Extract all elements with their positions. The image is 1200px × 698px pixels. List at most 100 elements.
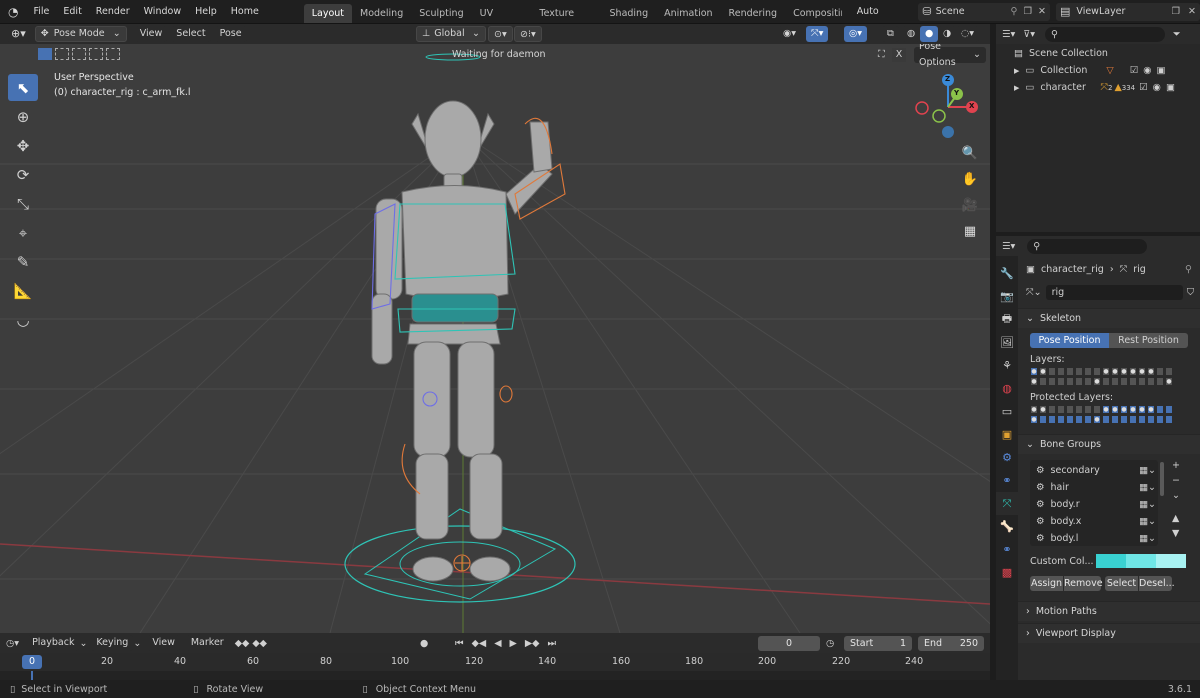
play-reverse-icon[interactable]: ◀	[494, 638, 501, 649]
pose-position-button[interactable]: Pose Position	[1030, 333, 1109, 348]
assign-button[interactable]: Assign	[1030, 576, 1063, 591]
render-icon[interactable]: ▣	[1157, 65, 1166, 76]
select-box-icon[interactable]: ⬉	[8, 74, 38, 101]
measure-icon[interactable]: 📐	[8, 277, 38, 304]
remove-view-layer-icon[interactable]: ✕	[1188, 6, 1196, 17]
cursor-icon[interactable]: ⊕	[8, 103, 38, 130]
eye-icon[interactable]: ◉	[1153, 82, 1161, 93]
auto-reload-button[interactable]: Auto Reload	[850, 0, 915, 41]
menu-edit[interactable]: Edit	[56, 0, 88, 24]
color-set-icon[interactable]: ▦⌄	[1139, 482, 1156, 493]
menu-help[interactable]: Help	[188, 0, 224, 24]
bone-groups-panel-header[interactable]: ⌄ Bone Groups	[1018, 434, 1200, 454]
bone-constraint-tab-icon[interactable]: ⚭	[996, 538, 1018, 561]
list-item[interactable]: ⚙ body.x ▦⌄	[1036, 513, 1156, 530]
rendered-shading-icon[interactable]: ◌▾	[956, 26, 980, 42]
menu-timeline-view[interactable]: View	[147, 635, 180, 651]
bone-tab-icon[interactable]: 🦴	[996, 515, 1018, 538]
object-tab-icon[interactable]: ▣	[996, 423, 1018, 446]
tab-layout[interactable]: Layout	[303, 3, 353, 23]
tab-modeling[interactable]: Modeling	[352, 4, 411, 23]
close-icon[interactable]: ✕	[1038, 6, 1046, 17]
select-button[interactable]: Select	[1105, 576, 1138, 591]
color-set-icon[interactable]: ▦⌄	[1139, 533, 1156, 544]
render-tab-icon[interactable]: 📷	[996, 285, 1018, 308]
render-icon[interactable]: ▣	[1166, 82, 1175, 93]
jump-end-icon[interactable]: ⏭	[547, 638, 556, 649]
relax-pose-icon[interactable]: ◡	[8, 306, 38, 333]
perspective-toggle-icon[interactable]: ▦	[958, 219, 982, 243]
specials-menu-icon[interactable]: ⌄	[1172, 490, 1180, 501]
list-scrollbar[interactable]	[1160, 462, 1164, 496]
menu-window[interactable]: Window	[137, 0, 188, 24]
modifier-tab-icon[interactable]: ⚙	[996, 446, 1018, 469]
mirror-x-button[interactable]: X	[892, 48, 906, 62]
tab-shading[interactable]: Shading	[602, 4, 657, 23]
move-icon[interactable]: ✥	[8, 132, 38, 159]
gizmo-icon[interactable]: ⤧▾	[806, 26, 829, 42]
menu-playback[interactable]: Playback	[27, 635, 80, 651]
move-up-icon[interactable]: ▲	[1172, 513, 1180, 524]
tab-uv-editing[interactable]: UV Editing	[472, 4, 532, 38]
tab-compositing[interactable]: Compositir	[785, 4, 842, 23]
mode-selector[interactable]: ✥ Pose Mode ⌄	[34, 26, 127, 42]
editor-type-icon[interactable]: ⊕▾	[6, 26, 31, 42]
list-item[interactable]: ⚙ hair ▦⌄	[1036, 479, 1156, 496]
list-item[interactable]: ⚙ body.r ▦⌄	[1036, 496, 1156, 513]
tool-tab-icon[interactable]: 🔧	[996, 262, 1018, 285]
timeline[interactable]: 0 20 40 60 80 100 120 140 160 180 200 22…	[0, 653, 990, 680]
layers-grid[interactable]: ● ● ● ● ● ● ● ● ● ● ●	[1018, 367, 1200, 386]
normal-color-swatch[interactable]	[1096, 554, 1126, 568]
bone-groups-list[interactable]: ⚙ secondary ▦⌄ ⚙ hair ▦⌄ ⚙ body.r ▦⌄ ⚙ b…	[1030, 460, 1158, 546]
record-icon[interactable]: ●	[420, 638, 428, 649]
snap-icon[interactable]: ⊘⁝▾	[514, 26, 542, 42]
snap-to-icon[interactable]: ⛶	[878, 49, 885, 60]
next-keyframe-icon[interactable]: ▶◆	[525, 638, 540, 649]
properties-search-input[interactable]: ⚲	[1027, 238, 1148, 254]
data-name-field[interactable]: rig	[1045, 284, 1183, 300]
collection-tab-icon[interactable]: ▭	[996, 400, 1018, 423]
viewport-display-panel-header[interactable]: › Viewport Display	[1018, 623, 1200, 643]
color-set-icon[interactable]: ▦⌄	[1139, 499, 1156, 510]
remove-icon[interactable]: −	[1172, 475, 1180, 486]
pin-icon[interactable]: ⚲	[1011, 6, 1018, 17]
blender-logo-icon[interactable]: ◔	[0, 0, 26, 24]
list-item[interactable]: ⚙ secondary ▦⌄	[1036, 462, 1156, 479]
menu-keying[interactable]: Keying	[91, 635, 134, 651]
start-frame-field[interactable]: Start 1	[844, 635, 912, 651]
outliner-editor-icon[interactable]: ☰▾	[1002, 29, 1015, 40]
expand-arrow-icon[interactable]: ▶	[1014, 67, 1019, 75]
menu-pose[interactable]: Pose	[214, 26, 247, 42]
color-set-icon[interactable]: ▦⌄	[1139, 465, 1156, 476]
play-icon[interactable]: ▶	[510, 638, 517, 649]
overlays-icon[interactable]: ◎▾	[844, 26, 868, 42]
add-icon[interactable]: +	[1172, 460, 1180, 471]
armature-data-icon[interactable]: ⤧⌄	[1026, 287, 1042, 298]
menu-select[interactable]: Select	[171, 26, 211, 42]
tab-texture-paint[interactable]: Texture Paint	[531, 4, 601, 38]
list-item[interactable]: ⚙ body.l ▦⌄	[1036, 530, 1156, 547]
texture-tab-icon[interactable]: ▩	[996, 561, 1018, 584]
pose-options-dropdown[interactable]: Pose Options ⌄	[914, 44, 986, 68]
wireframe-shading-icon[interactable]: ◍	[902, 26, 921, 42]
material-shading-icon[interactable]: ◑	[938, 26, 957, 42]
scene-collection-row[interactable]: ▤ Scene Collection	[996, 45, 1200, 62]
expand-arrow-icon[interactable]: ▶	[1014, 84, 1019, 92]
transform-orientation[interactable]: ⊥ Global ⌄	[416, 26, 486, 42]
tab-animation[interactable]: Animation	[656, 4, 720, 23]
eye-icon[interactable]: ◉	[1143, 65, 1151, 76]
outliner-filter-icon[interactable]: ⊽▾	[1023, 29, 1035, 40]
solid-shading-icon[interactable]: ●	[920, 26, 939, 42]
menu-view[interactable]: View	[134, 26, 168, 42]
zoom-icon[interactable]: 🔍	[958, 141, 982, 165]
outliner-row-collection[interactable]: ▶ ▭ Collection ▽ ☑ ◉ ▣	[996, 62, 1200, 79]
active-color-swatch[interactable]	[1156, 554, 1186, 568]
protected-layers-grid[interactable]: ● ● ● ● ● ● ● ● ● ●	[1018, 405, 1200, 424]
select-intersect-icon[interactable]	[106, 48, 120, 60]
keyframe-icon[interactable]: ◆◆ ◆◆	[235, 638, 267, 649]
pan-hand-icon[interactable]: ✋	[958, 167, 982, 191]
rest-position-button[interactable]: Rest Position	[1109, 333, 1188, 348]
scene-selector[interactable]: ⛁ Scene ⚲ ❐ ✕	[918, 2, 1050, 21]
output-tab-icon[interactable]: 🖶	[996, 308, 1018, 331]
skeleton-panel-header[interactable]: ⌄ Skeleton	[1018, 308, 1200, 328]
